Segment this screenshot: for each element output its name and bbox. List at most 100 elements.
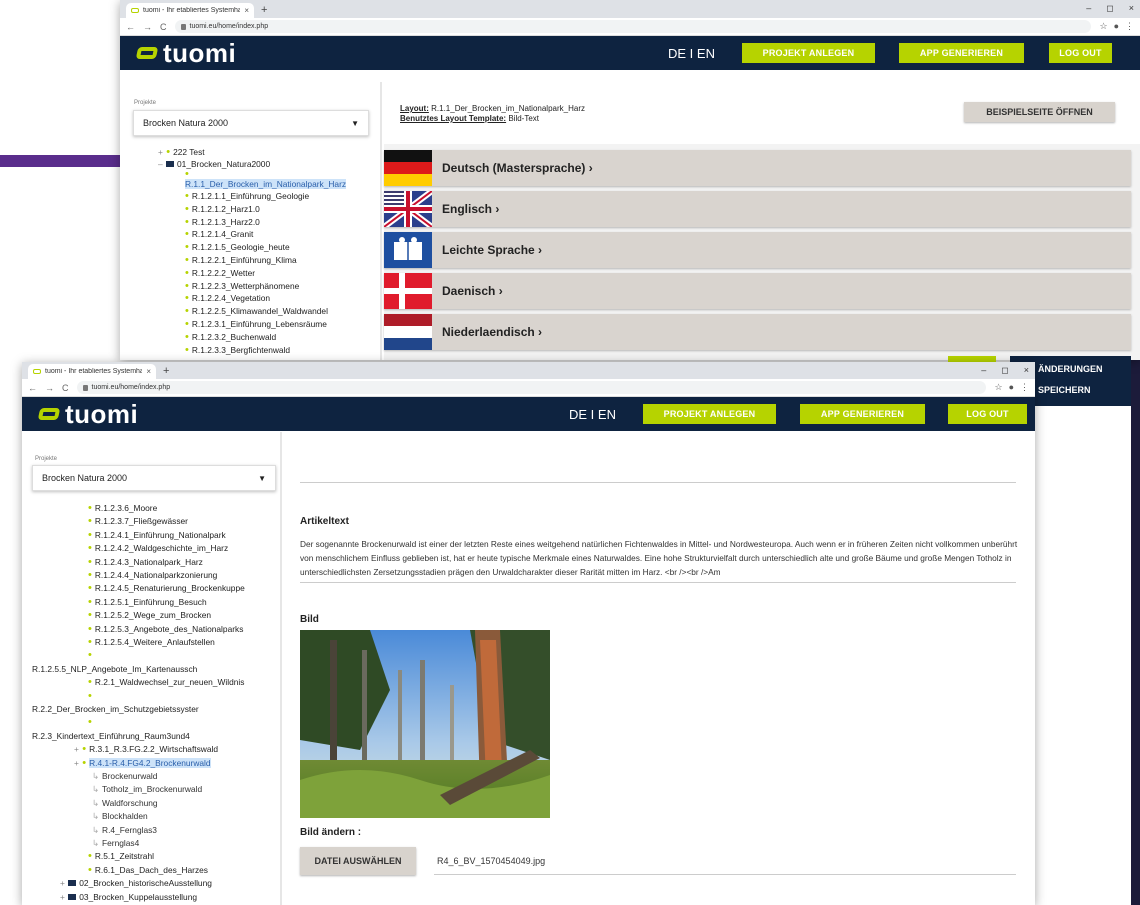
new-tab-button[interactable]: + (163, 364, 169, 379)
reload-icon[interactable]: C (160, 22, 167, 32)
tree-item[interactable]: • R.1.2.4.4_Nationalparkzonierung (88, 569, 217, 581)
tree-item[interactable]: ↳ Fernglas4 (92, 837, 139, 849)
tree-item-label: R.1.2.3.2_Buchenwald (191, 331, 277, 342)
tree-item[interactable]: • R.1.2.3.2_Buchenwald (185, 331, 276, 343)
tree-item[interactable]: • R.1.2.1.4_Granit (185, 228, 253, 240)
tree-item[interactable]: + • R.4.1-R.4.FG4.2_Brockenurwald (74, 757, 211, 769)
tab-close-icon[interactable]: × (244, 6, 249, 15)
tree-item[interactable]: • R.1.2.4.2_Waldgeschichte_im_Harz (88, 542, 228, 554)
tree-item[interactable]: • R.1.2.4.3_Nationalpark_Harz (88, 556, 203, 568)
tuomi-logo[interactable]: tuomi (37, 398, 139, 430)
tree-item[interactable]: R.2.2_Der_Brocken_im_Schutzgebietssyster (32, 703, 199, 715)
profile-icon[interactable]: ● (1114, 21, 1119, 32)
tree-item[interactable]: • R.1.2.3.6_Moore (88, 502, 157, 514)
tree-item[interactable]: ↳ R.4_Fernglas3 (92, 824, 157, 836)
tree-item[interactable]: • R.1.2.5.1_Einführung_Besuch (88, 596, 207, 608)
tree-item[interactable]: • R.2.1_Waldwechsel_zur_neuen_Wildnis (88, 676, 244, 688)
menu-icon[interactable]: ⋮ (1020, 382, 1029, 393)
tree-item[interactable]: • R.6.1_Das_Dach_des_Harzes (88, 864, 208, 876)
tree-item[interactable]: R.2.3_Kindertext_Einführung_Raum3und4 (32, 730, 190, 742)
tree-item[interactable]: • R.1.2.2.2_Wetter (185, 267, 255, 279)
tree-toggle-icon[interactable]: + (74, 758, 81, 768)
tree-item[interactable]: • R.1.2.3.7_Fließgewässer (88, 515, 188, 527)
tree-item-label: R.2.2_Der_Brocken_im_Schutzgebietssyster (32, 704, 199, 714)
tree-item[interactable]: + • R.3.1_R.3.FG.2.2_Wirtschaftswald (74, 743, 218, 755)
tree-item[interactable]: • R.1.2.5.3_Angebote_des_Nationalparks (88, 623, 243, 635)
back-arrow-icon[interactable]: ← (126, 22, 135, 32)
tree-item[interactable]: R.1.2.5.5_NLP_Angebote_Im_Kartenaussch (32, 663, 197, 675)
tree-item[interactable]: • R.1.2.3.3_Bergfichtenwald (185, 344, 290, 356)
tree-toggle-icon[interactable]: + (60, 878, 67, 888)
beispielseite-button[interactable]: BEISPIELSEITE ÖFFNEN (964, 102, 1115, 122)
app-generieren-button[interactable]: APP GENERIEREN (800, 404, 925, 424)
app-generieren-button[interactable]: APP GENERIEREN (899, 43, 1024, 63)
tree-item[interactable]: + 03_Brocken_Kuppelausstellung (60, 891, 197, 903)
menu-icon[interactable]: ⋮ (1125, 21, 1134, 32)
close-window-icon[interactable]: × (1129, 3, 1134, 14)
tree-toggle-icon[interactable]: – (158, 159, 165, 169)
logout-button[interactable]: LOG OUT (948, 404, 1027, 424)
star-icon[interactable]: ☆ (994, 382, 1002, 393)
restore-icon[interactable]: ◻ (1001, 365, 1008, 376)
profile-icon[interactable]: ● (1009, 382, 1014, 393)
close-window-icon[interactable]: × (1024, 365, 1029, 376)
tree-item[interactable]: ↳ Waldforschung (92, 797, 158, 809)
article-textarea[interactable]: Der sogenannte Brockenurwald ist einer d… (300, 537, 1022, 579)
tree-toggle-icon[interactable]: + (60, 892, 67, 902)
browser-tab[interactable]: tuomi - Ihr etabliertes Systemha × (126, 3, 254, 18)
tree-item[interactable]: ↳ Brockenurwald (92, 770, 157, 782)
browser-tab[interactable]: tuomi - Ihr etabliertes Systemha × (28, 364, 156, 379)
forward-arrow-icon[interactable]: → (143, 22, 152, 32)
tree-item[interactable]: • R.1.2.2.5_Klimawandel_Waldwandel (185, 305, 328, 317)
tree-item[interactable]: + • 222 Test (158, 146, 205, 158)
tree-item[interactable]: – 01_Brocken_Natura2000 (158, 158, 270, 170)
tree-item[interactable]: • R.1.2.2.1_Einführung_Klima (185, 254, 297, 266)
tree-item[interactable]: • R.1.2.1.1_Einführung_Geologie (185, 190, 309, 202)
tree-item[interactable]: • R.1.2.5.4_Weitere_Anlaufstellen (88, 636, 215, 648)
tree-item[interactable]: ↳ Blockhalden (92, 810, 148, 822)
forward-arrow-icon[interactable]: → (45, 383, 54, 393)
restore-icon[interactable]: ◻ (1106, 3, 1113, 14)
bullet-icon: • (185, 279, 189, 292)
choose-file-button[interactable]: DATEI AUSWÄHLEN (300, 847, 416, 875)
minimize-icon[interactable]: – (1086, 3, 1091, 14)
child-branch-icon: ↳ (92, 838, 100, 848)
tree-toggle-icon[interactable]: + (74, 744, 81, 754)
language-row-de[interactable]: Deutsch (Mastersprache) › (384, 150, 1131, 186)
language-row-en[interactable]: Englisch › (384, 191, 1131, 227)
tree-item[interactable]: ↳ Totholz_im_Brockenurwald (92, 783, 202, 795)
projekt-anlegen-button[interactable]: PROJEKT ANLEGEN (742, 43, 875, 63)
tree-item[interactable]: R.1.1_Der_Brocken_im_Nationalpark_Harz (185, 178, 347, 190)
tree-item[interactable]: • R.1.2.4.5_Renaturierung_Brockenkuppe (88, 582, 245, 594)
minimize-icon[interactable]: – (981, 365, 986, 376)
tree-item[interactable]: • R.1.2.2.4_Vegetation (185, 292, 270, 304)
url-field[interactable]: tuomi.eu/home/index.php (76, 381, 987, 394)
language-switch[interactable]: DE I EN (668, 46, 715, 61)
tree-item[interactable]: • R.1.2.1.5_Geologie_heute (185, 241, 290, 253)
address-bar-row: ← → C tuomi.eu/home/index.php ☆ ● ⋮ (120, 18, 1140, 36)
back-arrow-icon[interactable]: ← (28, 383, 37, 393)
logout-button[interactable]: LOG OUT (1049, 43, 1112, 63)
url-field[interactable]: tuomi.eu/home/index.php (174, 20, 1092, 33)
tree-item[interactable]: • R.1.2.4.1_Einführung_Nationalpark (88, 529, 226, 541)
language-row-nl[interactable]: Niederlaendisch › (384, 314, 1131, 350)
tree-item[interactable]: • R.5.1_Zeitstrahl (88, 850, 154, 862)
tree-item[interactable]: • R.1.2.1.3_Harz2.0 (185, 216, 260, 228)
tree-item[interactable]: • R.1.2.3.1_Einführung_Lebensräume (185, 318, 327, 330)
tuomi-logo[interactable]: tuomi (135, 38, 236, 69)
projekt-anlegen-button[interactable]: PROJEKT ANLEGEN (643, 404, 776, 424)
tree-item[interactable]: • R.1.2.5.2_Wege_zum_Brocken (88, 609, 211, 621)
new-tab-button[interactable]: + (261, 3, 267, 18)
logo-text: tuomi (65, 398, 139, 429)
tree-item[interactable]: • R.1.2.2.3_Wetterphänomene (185, 280, 299, 292)
tree-toggle-icon[interactable]: + (158, 147, 165, 157)
language-row-leichte[interactable]: Leichte Sprache › (384, 232, 1131, 268)
language-switch[interactable]: DE I EN (569, 407, 616, 422)
language-row-dk[interactable]: Daenisch › (384, 273, 1131, 309)
easy-language-icon (384, 232, 432, 268)
tab-close-icon[interactable]: × (146, 367, 151, 376)
star-icon[interactable]: ☆ (1099, 21, 1107, 32)
tree-item[interactable]: + 02_Brocken_historischeAusstellung (60, 877, 212, 889)
tree-item[interactable]: • R.1.2.1.2_Harz1.0 (185, 203, 260, 215)
reload-icon[interactable]: C (62, 383, 69, 393)
